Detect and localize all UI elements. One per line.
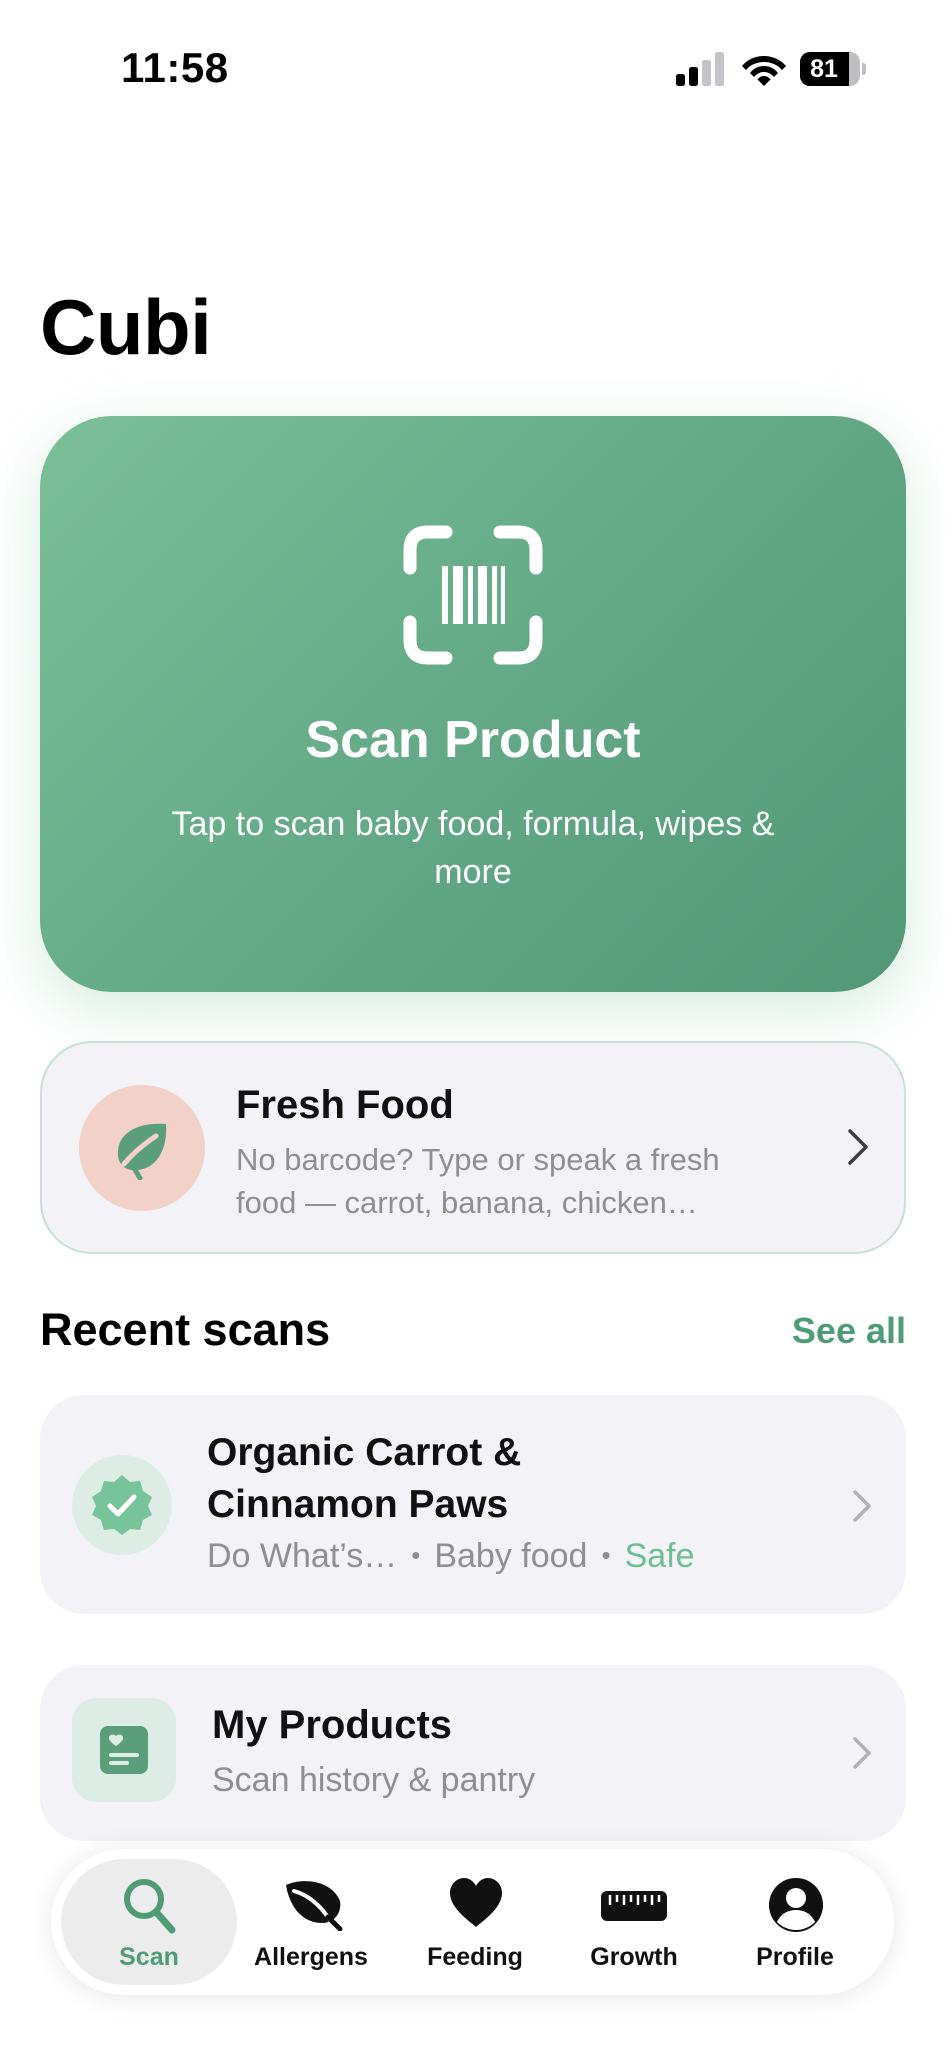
meta-separator: • — [601, 1540, 611, 1570]
battery-icon: 81 — [800, 52, 866, 86]
person-circle-icon — [769, 1878, 823, 1932]
tab-profile-label: Profile — [756, 1943, 834, 1971]
recent-scan-badge — [72, 1455, 172, 1555]
tab-scan[interactable]: Scan — [61, 1859, 237, 1985]
battery-cap — [862, 63, 866, 75]
recent-scan-name: Organic Carrot & Cinnamon Paws — [207, 1431, 522, 1526]
battery-level: 81 — [810, 55, 838, 83]
tab-feeding-label: Feeding — [427, 1943, 523, 1971]
tab-scan-label: Scan — [119, 1943, 179, 1971]
scan-product-title: Scan Product — [305, 711, 641, 769]
heart-icon — [450, 1878, 502, 1927]
tab-growth[interactable]: Growth — [546, 1859, 722, 1985]
status-bar: 11:58 81 — [0, 0, 945, 140]
tab-allergens-label: Allergens — [254, 1943, 368, 1971]
recent-scans-title: Recent scans — [40, 1304, 331, 1355]
recent-scan-category: Baby food — [434, 1537, 588, 1575]
tab-feeding[interactable]: Feeding — [387, 1859, 563, 1985]
chevron-right-icon — [853, 1737, 871, 1769]
recent-scan-meta: Do What’s… • Baby food • Safe — [207, 1537, 695, 1576]
my-products-title: My Products — [212, 1703, 453, 1747]
pantry-list-icon — [100, 1726, 148, 1774]
tab-allergens[interactable]: Allergens — [223, 1859, 399, 1985]
scan-product-subtitle: Tap to scan baby food, formula, wipes & … — [171, 805, 775, 891]
tab-profile[interactable]: Profile — [707, 1859, 883, 1985]
page-title: Cubi — [40, 283, 212, 371]
my-products-card[interactable]: My Products Scan history & pantry — [40, 1665, 906, 1841]
barcode-scan-icon — [403, 525, 543, 665]
recent-scan-status: Safe — [624, 1537, 695, 1575]
status-time: 11:58 — [121, 44, 229, 91]
see-all-link[interactable]: See all — [792, 1310, 906, 1352]
chevron-right-icon — [848, 1129, 868, 1165]
fresh-food-title: Fresh Food — [236, 1083, 454, 1127]
leaf-icon — [117, 1123, 167, 1180]
fresh-food-card[interactable]: Fresh Food No barcode? Type or speak a f… — [40, 1041, 906, 1254]
search-icon — [124, 1879, 176, 1934]
my-products-icon-box — [72, 1698, 176, 1802]
recent-scan-brand: Do What’s… — [207, 1537, 398, 1575]
tab-growth-label: Growth — [590, 1943, 678, 1971]
battery-body: 81 — [800, 52, 860, 86]
fresh-food-subtitle: No barcode? Type or speak a fresh food —… — [236, 1142, 720, 1220]
chevron-right-icon — [853, 1490, 871, 1522]
ruler-icon — [601, 1891, 667, 1921]
tab-bar: Scan Allergens Feeding Growth Profile — [51, 1849, 894, 1995]
verified-check-badge-icon — [92, 1475, 152, 1535]
scan-product-card[interactable]: Scan Product Tap to scan baby food, form… — [40, 416, 906, 992]
leaf-icon — [286, 1881, 343, 1931]
meta-separator: • — [411, 1540, 421, 1570]
wifi-icon — [742, 56, 786, 86]
fresh-food-icon-circle — [79, 1085, 205, 1211]
recent-scan-item[interactable]: Organic Carrot & Cinnamon Paws Do What’s… — [40, 1395, 906, 1614]
cellular-signal-icon — [676, 52, 724, 86]
my-products-subtitle: Scan history & pantry — [212, 1761, 536, 1799]
